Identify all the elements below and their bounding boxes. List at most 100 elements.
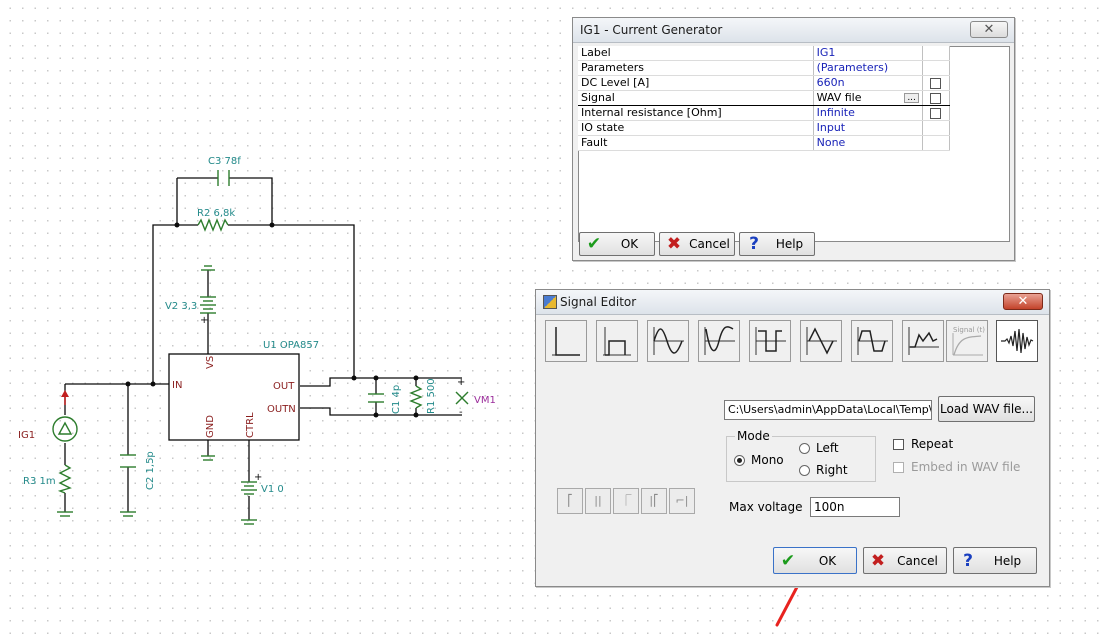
right-radio[interactable]: Right	[799, 463, 848, 477]
triangle-button[interactable]	[800, 320, 842, 362]
left-label: Left	[816, 441, 839, 455]
property-value[interactable]: Input	[813, 120, 923, 136]
help-button[interactable]: ? Help	[739, 232, 815, 256]
signal-value-cell[interactable]: WAV file...	[813, 90, 923, 106]
c2-label: C2 1,5p	[145, 451, 156, 490]
load-wav-label: Load WAV file...	[940, 402, 1033, 416]
property-row[interactable]: DC Level [A] 660n	[578, 75, 951, 91]
property-value[interactable]: 660n	[813, 75, 923, 91]
sine-icon	[653, 327, 684, 355]
load-wav-button[interactable]: Load WAV file...	[938, 396, 1035, 422]
embed-checkbox-row: Embed in WAV file	[893, 460, 1020, 474]
property-row[interactable]: Parameters (Parameters)	[578, 60, 951, 76]
cosine-icon	[704, 326, 735, 355]
ok-label: OK	[818, 553, 837, 568]
left-radio[interactable]: Left	[799, 441, 839, 455]
wav-file-path-input[interactable]: C:\Users\admin\AppData\Local\Temp\inp	[724, 400, 932, 420]
help-button[interactable]: ? Help	[953, 547, 1037, 574]
mono-label: Mono	[751, 453, 784, 467]
pin-out: OUT	[273, 381, 295, 392]
vm1-minus: -	[459, 407, 463, 418]
piecewise-linear-icon	[908, 327, 939, 355]
repeat-label: Repeat	[911, 437, 954, 451]
property-row[interactable]: Fault None	[578, 135, 951, 151]
property-check-cell	[922, 135, 951, 151]
repeat-checkbox[interactable]	[893, 438, 904, 450]
u1-label: U1 OPA857	[263, 340, 319, 351]
embed-label: Embed in WAV file	[911, 460, 1021, 474]
r1-label: R1 500	[426, 378, 437, 414]
v2-plus: +	[200, 315, 208, 326]
property-check-cell	[922, 46, 951, 61]
current-generator-title: IG1 - Current Generator	[580, 23, 723, 37]
unit-step-button[interactable]	[545, 320, 587, 362]
resistance-checkbox[interactable]	[930, 107, 942, 119]
property-name: Signal	[578, 90, 814, 106]
property-value[interactable]: IG1	[813, 46, 923, 61]
vm1-label: VM1	[474, 395, 496, 406]
v2-label: V2 3,3	[165, 301, 197, 312]
square-wave-button[interactable]	[749, 320, 791, 362]
rise-edge-icon: ⎡	[557, 488, 583, 514]
property-name: IO state	[578, 120, 814, 136]
vm1-plus: +	[457, 377, 465, 388]
property-check-cell	[922, 120, 951, 136]
x-icon: ✖	[870, 550, 886, 571]
help-label: Help	[775, 237, 804, 251]
question-icon: ?	[963, 550, 973, 571]
left-radio-circle[interactable]	[799, 442, 810, 454]
property-value[interactable]: Infinite	[813, 105, 923, 121]
wav-file-button[interactable]	[996, 320, 1038, 362]
c3-label: C3 78f	[208, 156, 241, 167]
mono-radio-circle[interactable]	[734, 454, 745, 466]
pin-vs: VS	[205, 356, 216, 369]
property-row[interactable]: IO state Input	[578, 120, 951, 136]
triangle-icon	[806, 327, 837, 355]
property-check-cell	[922, 60, 951, 76]
max-voltage-input[interactable]: 100n	[810, 497, 900, 517]
hold-edge-icon: ||	[585, 488, 611, 514]
property-check-cell	[922, 90, 951, 106]
property-name: Label	[578, 46, 814, 61]
dc-level-checkbox[interactable]	[930, 77, 942, 89]
cancel-button[interactable]: ✖ Cancel	[863, 547, 947, 574]
ok-button[interactable]: ✔ OK	[579, 232, 655, 256]
property-grid: Label IG1 Parameters (Parameters) DC Level…	[578, 46, 951, 151]
max-voltage-label: Max voltage	[729, 500, 803, 514]
ig1-label: IG1	[18, 430, 35, 441]
wav-waveform-icon	[1001, 328, 1034, 354]
mono-radio[interactable]: Mono	[734, 453, 784, 467]
cancel-button[interactable]: ✖ Cancel	[659, 232, 735, 256]
general-signal-icon: Signal (t)	[952, 326, 985, 356]
trapezoid-button[interactable]	[851, 320, 893, 362]
fall-hold-edge-icon: ⌐|	[669, 488, 695, 514]
embed-checkbox	[893, 461, 904, 473]
cosine-button[interactable]	[698, 320, 740, 362]
cancel-label: Cancel	[689, 237, 730, 251]
piecewise-linear-button[interactable]	[902, 320, 944, 362]
property-name: DC Level [A]	[578, 75, 814, 91]
v1-plus: +	[254, 472, 262, 483]
general-signal-button[interactable]: Signal (t)	[946, 320, 988, 362]
property-row-selected[interactable]: Signal WAV file...	[578, 90, 951, 106]
square-wave-icon	[755, 327, 786, 355]
signal-editor-titlebar[interactable]: Signal Editor ✕	[536, 290, 1049, 315]
signal-checkbox[interactable]	[930, 92, 942, 104]
sine-button[interactable]	[647, 320, 689, 362]
property-row[interactable]: Internal resistance [Ohm] Infinite	[578, 105, 951, 121]
cancel-label: Cancel	[897, 553, 938, 568]
property-value[interactable]: None	[813, 135, 923, 151]
close-icon[interactable]: ✕	[970, 21, 1008, 38]
right-radio-circle[interactable]	[799, 464, 810, 476]
current-generator-dialog: IG1 - Current Generator ✕ Label IG1 Param…	[572, 17, 1015, 261]
property-row[interactable]: Label IG1	[578, 46, 951, 61]
close-icon[interactable]: ✕	[1003, 293, 1043, 310]
property-value[interactable]: (Parameters)	[813, 60, 923, 76]
more-button[interactable]: ...	[904, 93, 919, 103]
repeat-checkbox-row[interactable]: Repeat	[893, 437, 953, 451]
square-pulse-button[interactable]	[596, 320, 638, 362]
signal-editor-title: Signal Editor	[560, 295, 637, 309]
property-check-cell	[922, 75, 951, 91]
current-generator-titlebar[interactable]: IG1 - Current Generator ✕	[573, 18, 1014, 43]
ok-button[interactable]: ✔ OK	[773, 547, 857, 574]
